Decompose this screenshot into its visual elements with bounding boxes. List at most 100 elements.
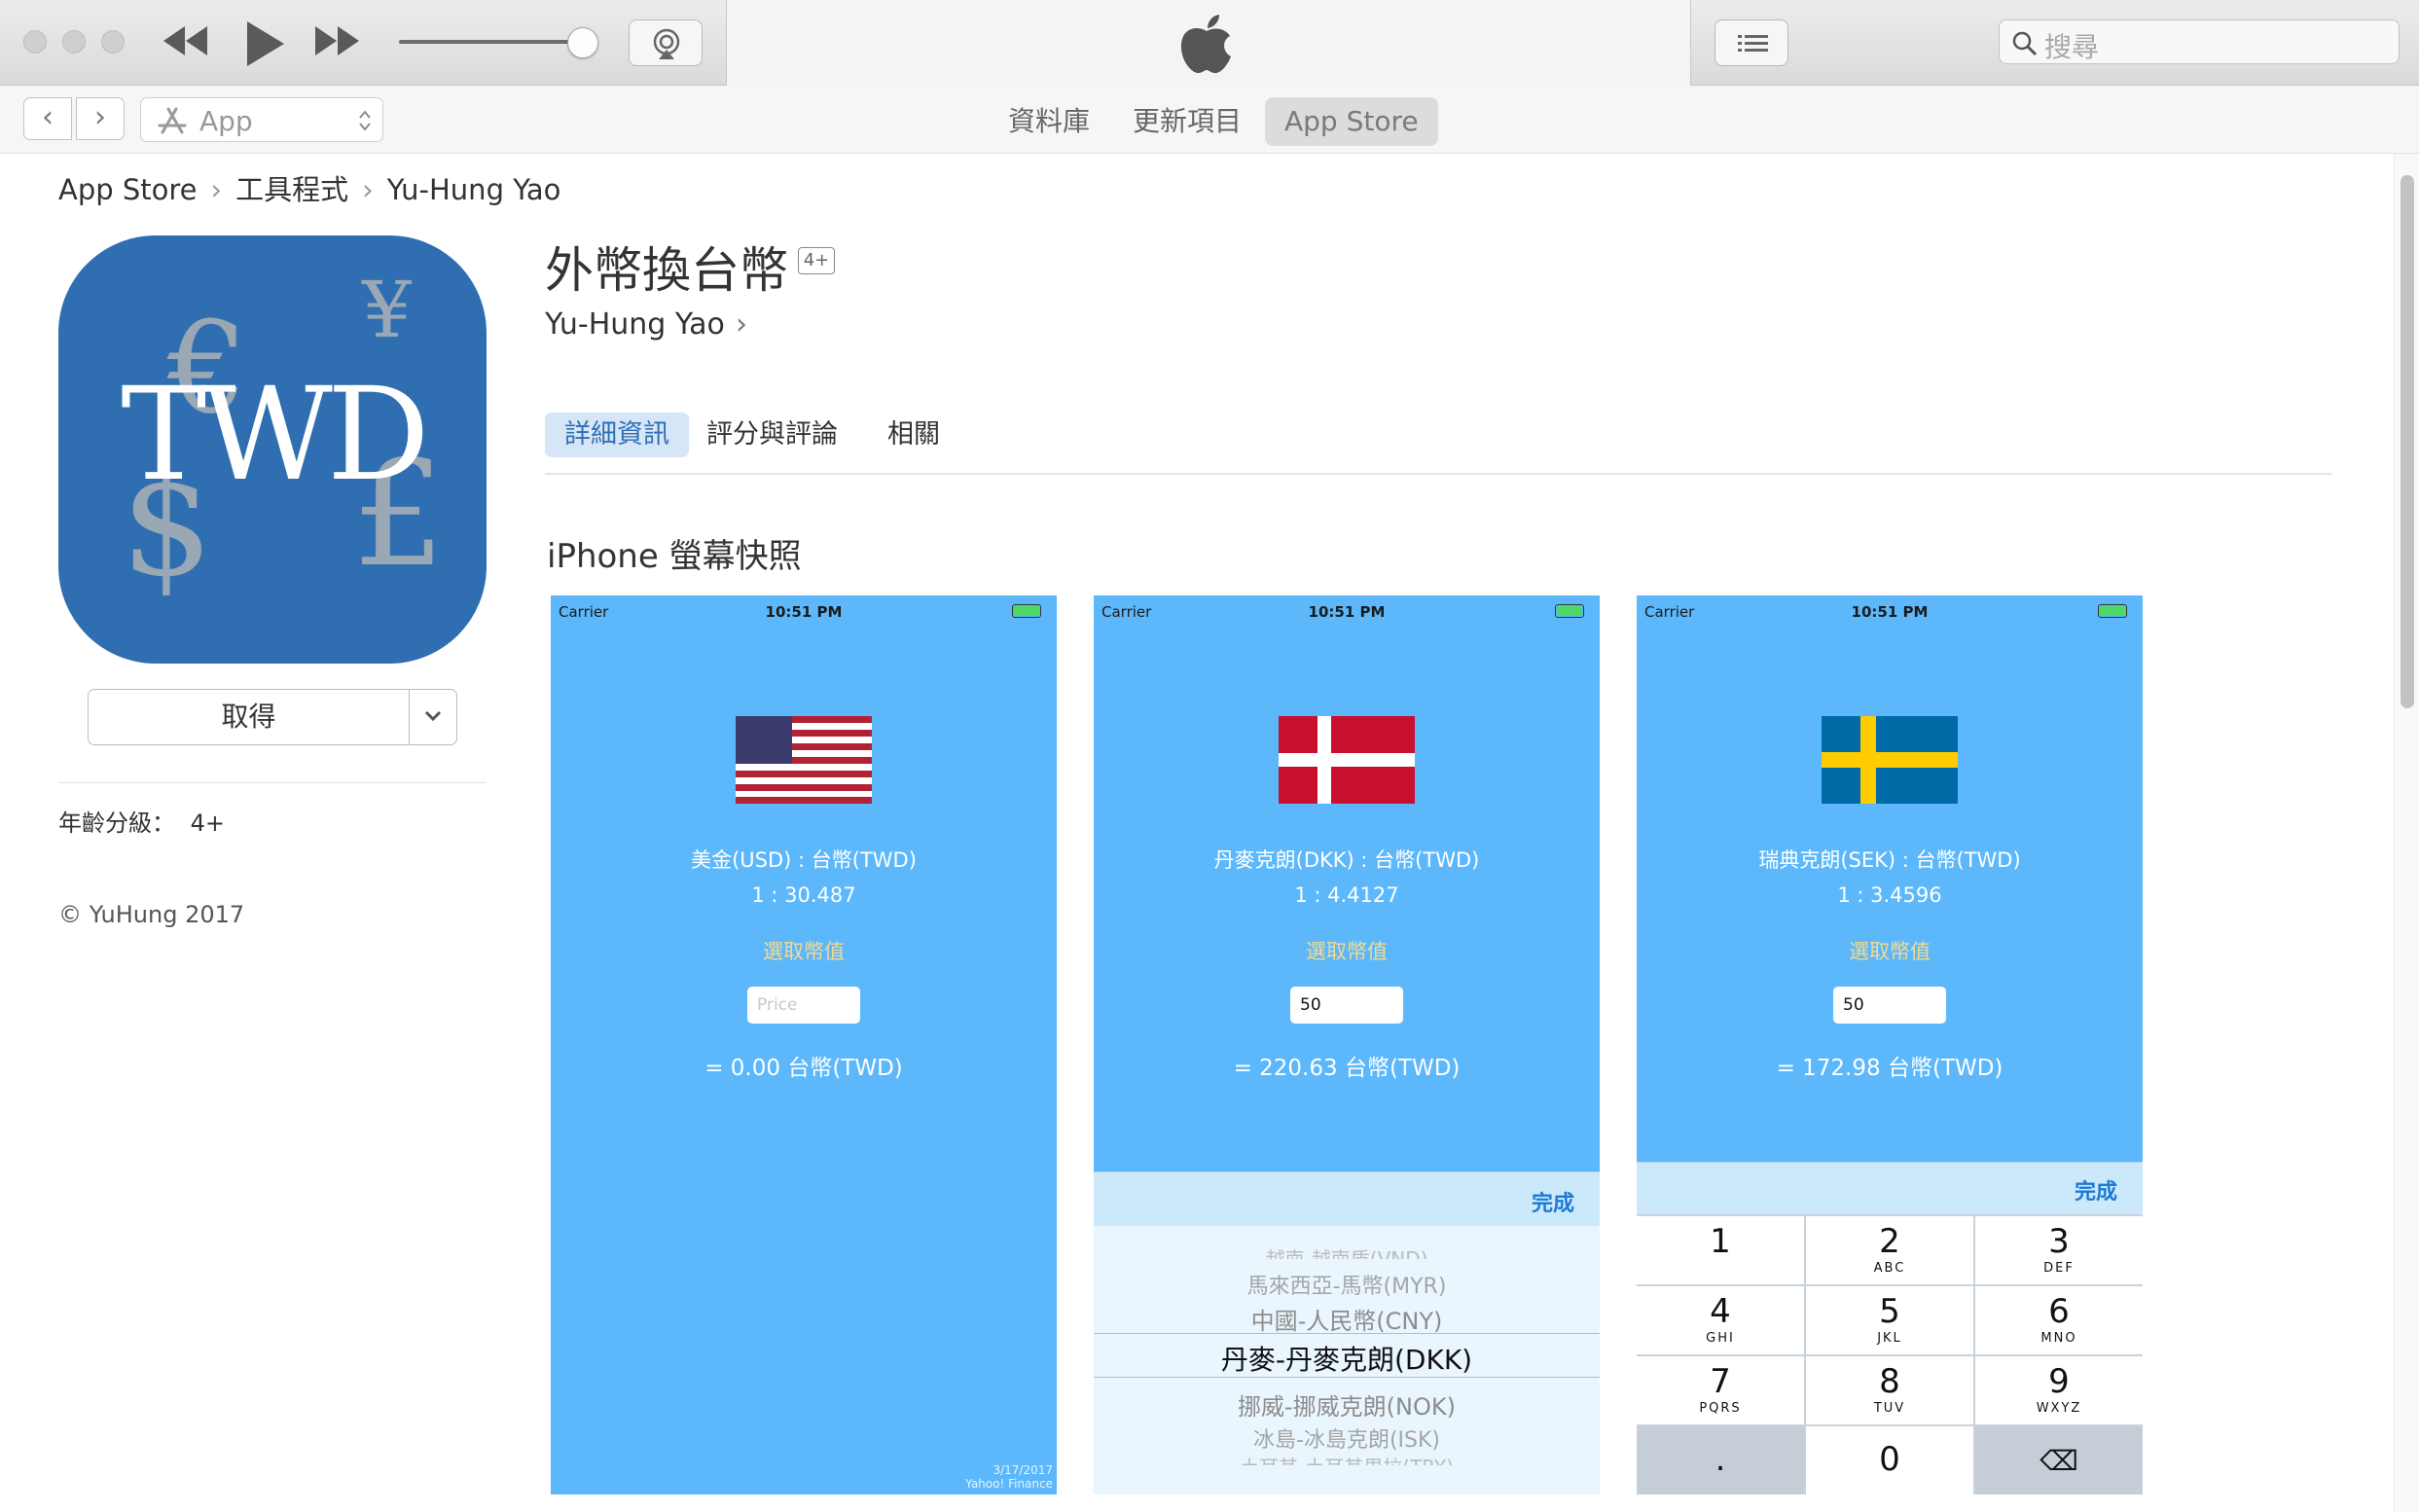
search-placeholder: 搜尋 <box>2044 31 2100 63</box>
result-text: = 0.00 台幣(TWD) <box>704 1056 903 1081</box>
minimize-window-button[interactable] <box>62 30 86 54</box>
price-input: Price <box>747 987 860 1024</box>
close-window-button[interactable] <box>23 30 47 54</box>
rate-value: 1 : 30.487 <box>751 883 856 907</box>
rate-title: 美金(USD) : 台幣(TWD) <box>691 848 917 872</box>
app-icon: € ¥ $ £ TWD <box>58 235 487 664</box>
media-type-label: App <box>199 105 253 137</box>
chevron-right-icon: › <box>210 173 223 206</box>
picker-item: 冰島-冰島克朗(ISK) <box>1253 1428 1440 1453</box>
chevron-right-icon: › <box>736 307 747 342</box>
app-icon-text: TWD <box>121 360 430 510</box>
pick-currency-label: 選取幣值 <box>1849 940 1931 963</box>
get-button-group: 取得 <box>88 689 457 745</box>
breadcrumb-app-store[interactable]: App Store <box>58 173 198 206</box>
tab-details[interactable]: 詳細資訊 <box>545 413 689 457</box>
tab-updates[interactable]: 更新項目 <box>1113 97 1261 146</box>
picker-item: 越南-越南盾(VND) <box>1265 1247 1428 1259</box>
fast-forward-button[interactable] <box>315 21 360 64</box>
fast-forward-icon <box>315 26 359 55</box>
backspace-icon: ⌫ <box>2040 1445 2078 1477</box>
vertical-scrollbar[interactable] <box>2394 154 2419 1512</box>
play-button[interactable] <box>245 21 284 75</box>
up-next-list-button[interactable] <box>1715 19 1788 66</box>
iphone-screenshot-3[interactable]: Carrier 10:51 PM 瑞典克朗(SEK) : 台幣(TWD) 1 :… <box>1637 595 2143 1494</box>
key-4: 4 GHI <box>1637 1286 1804 1354</box>
result-text: = 220.63 台幣(TWD) <box>1233 1056 1461 1081</box>
volume-slider[interactable] <box>399 40 584 44</box>
key-9: 9 WXYZ <box>1975 1356 2143 1424</box>
chevron-right-icon: › <box>94 100 106 134</box>
list-icon <box>1738 35 1768 52</box>
search-icon <box>2012 31 2038 56</box>
picker-item: 馬來西亞-馬幣(MYR) <box>1246 1275 1447 1299</box>
time-label: 10:51 PM <box>1851 603 1929 621</box>
number-keypad: 1 2 ABC 3 DEF 4 GHI 5 JKL 6 MNO 7 PQRS 8 TUV 9W… <box>1637 1214 2143 1494</box>
rewind-button[interactable] <box>163 21 208 64</box>
get-button[interactable]: 取得 <box>89 690 410 744</box>
done-button: 完成 <box>1531 1192 1574 1216</box>
section-title: iPhone 螢幕快照 <box>547 537 802 576</box>
key-0: 0 <box>1806 1426 1973 1494</box>
iphone-screenshot-2[interactable]: Carrier 10:51 PM 丹麥克朗(DKK) : 台幣(TWD) 1 :… <box>1094 595 1600 1494</box>
key-7: 7 PQRS <box>1637 1356 1804 1424</box>
status-bar: Carrier 10:51 PM <box>551 595 1057 629</box>
rate-title: 丹麥克朗(DKK) : 台幣(TWD) <box>1213 848 1480 872</box>
key-5: 5 JKL <box>1806 1286 1973 1354</box>
sweden-flag-icon <box>1822 716 1958 804</box>
breadcrumb-developer[interactable]: Yu-Hung Yao <box>387 173 561 206</box>
price-input: 50 <box>1833 987 1946 1024</box>
time-label: 10:51 PM <box>765 603 843 621</box>
airplay-button[interactable] <box>629 19 703 66</box>
age-rating-value: 4+ <box>190 810 226 837</box>
yen-symbol: ¥ <box>362 265 412 355</box>
play-icon <box>247 21 284 66</box>
rate-title: 瑞典克朗(SEK) : 台幣(TWD) <box>1758 848 2021 872</box>
key-2: 2 ABC <box>1806 1216 1973 1284</box>
tab-library[interactable]: 資料庫 <box>989 97 1109 146</box>
media-type-selector[interactable]: App <box>140 97 383 142</box>
chevron-down-icon <box>424 710 442 722</box>
result-text: = 172.98 台幣(TWD) <box>1776 1056 2004 1081</box>
age-rating-label: 年齡分級： <box>58 810 175 837</box>
status-display <box>726 0 1691 86</box>
battery-icon <box>1555 604 1584 618</box>
status-bar: Carrier 10:51 PM <box>1637 595 2143 629</box>
developer-link[interactable]: Yu-Hung Yao <box>545 307 725 342</box>
tab-app-store[interactable]: App Store <box>1265 97 1438 146</box>
zoom-window-button[interactable] <box>101 30 125 54</box>
forward-button[interactable]: › <box>76 97 125 140</box>
denmark-flag-icon <box>1279 716 1415 804</box>
search-input[interactable]: 搜尋 <box>1999 19 2400 64</box>
key-delete: ⌫ <box>1975 1426 2143 1494</box>
volume-slider-knob[interactable] <box>567 27 598 58</box>
scrollbar-thumb[interactable] <box>2401 175 2414 708</box>
age-rating: 年齡分級： 4+ <box>58 804 225 838</box>
picker-item: 土耳其-土耳其里拉(TRY) <box>1094 1452 1600 1465</box>
chevron-left-icon: ‹ <box>42 100 54 134</box>
get-options-button[interactable] <box>410 690 456 744</box>
up-down-chevron-icon <box>359 110 371 131</box>
battery-icon <box>1012 604 1041 618</box>
iphone-screenshot-1[interactable]: Carrier 10:51 PM 美金(USD) : 台幣(TWD) 1 : 3… <box>551 595 1057 1494</box>
picker-item: 挪威-挪威克朗(NOK) <box>1238 1393 1456 1421</box>
rate-value: 1 : 3.4596 <box>1837 883 1942 907</box>
pick-currency-label: 選取幣值 <box>1306 940 1388 963</box>
breadcrumb-utilities[interactable]: 工具程式 <box>235 173 348 206</box>
pick-currency-label: 選取幣值 <box>763 940 845 963</box>
app-title: 外幣換台幣 <box>545 242 788 299</box>
back-button[interactable]: ‹ <box>23 97 72 140</box>
key-3: 3 DEF <box>1975 1216 2143 1284</box>
tab-related[interactable]: 相關 <box>868 413 959 457</box>
key-1: 1 <box>1637 1216 1804 1284</box>
airplay-icon <box>653 28 680 59</box>
done-bar: 完成 <box>1637 1162 2143 1214</box>
apple-logo-icon <box>1180 15 1231 74</box>
currency-picker: 越南-越南盾(VND) 馬來西亞-馬幣(MYR) 中國-人民幣(CNY) 丹麥-… <box>1094 1226 1600 1494</box>
tab-ratings-reviews[interactable]: 評分與評論 <box>687 413 857 457</box>
age-badge: 4+ <box>798 247 835 274</box>
store-page: App Store › 工具程式 › Yu-Hung Yao € ¥ $ £ TWD 取… <box>0 154 2394 1512</box>
picker-item: 中國-人民幣(CNY) <box>1250 1308 1443 1335</box>
credit-source: Yahoo! Finance <box>965 1477 1053 1491</box>
credit-date: 3/17/2017 <box>993 1463 1053 1477</box>
